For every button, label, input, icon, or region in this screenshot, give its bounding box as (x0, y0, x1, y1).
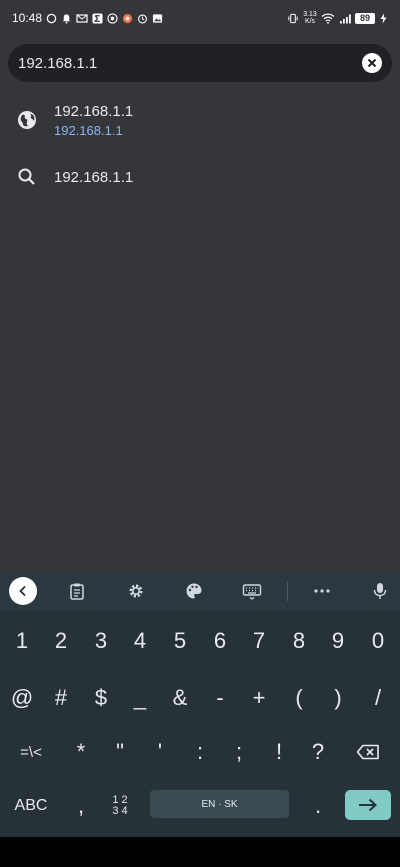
suggestion-url-text: 192.168.1.1 (54, 122, 123, 138)
keyboard: 1 2 3 4 5 6 7 8 9 0 @ # $ _ & - + ( ) / … (0, 571, 400, 837)
settings-button[interactable] (116, 571, 156, 611)
key-single-quote[interactable]: ' (140, 728, 180, 776)
key-asterisk[interactable]: * (61, 728, 101, 776)
more-symbols-key[interactable]: =\< (11, 728, 51, 776)
key-colon[interactable]: : (180, 728, 220, 776)
voice-input-button[interactable] (360, 571, 400, 611)
more-button[interactable] (302, 571, 342, 611)
wifi-icon (321, 13, 335, 24)
whatsapp-icon (46, 13, 57, 24)
key-6[interactable]: 6 (200, 617, 240, 665)
status-right: 3.13 K/s 89 (287, 11, 388, 25)
key-semicolon[interactable]: ; (219, 728, 259, 776)
microphone-icon (373, 583, 387, 599)
palette-icon (186, 583, 202, 599)
suggestion-search[interactable]: 192.168.1.1 (0, 162, 400, 192)
suggestion-url[interactable]: 192.168.1.1 192.168.1.1 (0, 100, 400, 140)
vibrate-icon (287, 13, 299, 24)
image-icon (152, 13, 163, 24)
symbol-row-2: =\< * " ' : ; ! ? (0, 728, 400, 776)
enter-key[interactable] (345, 790, 391, 820)
key-question[interactable]: ? (298, 728, 338, 776)
key-underscore[interactable]: _ (120, 674, 160, 722)
eighty-nine-badge-icon (107, 12, 118, 24)
sigma-app-icon (92, 12, 103, 24)
key-at[interactable]: @ (2, 674, 42, 722)
keyboard-toolbar (0, 571, 400, 611)
key-4[interactable]: 4 (120, 617, 160, 665)
alarm-icon (137, 13, 148, 24)
navigation-bar (0, 837, 400, 867)
outlook-icon (76, 13, 88, 24)
key-1[interactable]: 1 (2, 617, 42, 665)
key-plus[interactable]: + (239, 674, 279, 722)
clipboard-icon (70, 583, 84, 600)
status-time: 10:48 (12, 11, 43, 25)
battery-level: 89 (355, 12, 375, 24)
key-8[interactable]: 8 (279, 617, 319, 665)
keyboard-layout-button[interactable] (232, 571, 272, 611)
keyboard-icon (242, 584, 262, 600)
signal-icon (339, 13, 351, 24)
key-close-paren[interactable]: ) (318, 674, 358, 722)
url-input[interactable] (18, 54, 362, 72)
abc-key[interactable]: ABC (6, 782, 56, 830)
numpad-bottom: 3 4 (112, 805, 128, 817)
key-9[interactable]: 9 (318, 617, 358, 665)
network-speed: 3.13 K/s (303, 11, 317, 25)
key-2[interactable]: 2 (41, 617, 81, 665)
clipboard-button[interactable] (57, 571, 97, 611)
key-hash[interactable]: # (41, 674, 81, 722)
space-key[interactable]: EN · SK (150, 790, 289, 818)
key-ampersand[interactable]: & (160, 674, 200, 722)
gear-icon (129, 584, 143, 598)
symbol-row: @ # $ _ & - + ( ) / (0, 674, 400, 722)
key-slash[interactable]: / (358, 674, 398, 722)
key-double-quote[interactable]: " (100, 728, 140, 776)
globe-icon (18, 111, 36, 129)
back-icon (19, 585, 26, 597)
address-bar[interactable] (8, 44, 392, 82)
bell-icon (61, 13, 72, 24)
theme-button[interactable] (174, 571, 214, 611)
key-7[interactable]: 7 (239, 617, 279, 665)
key-minus[interactable]: - (200, 674, 240, 722)
key-5[interactable]: 5 (160, 617, 200, 665)
key-open-paren[interactable]: ( (279, 674, 319, 722)
key-3[interactable]: 3 (81, 617, 121, 665)
bottom-row: ABC , 1 2 3 4 EN · SK . (0, 782, 400, 830)
key-exclamation[interactable]: ! (259, 728, 299, 776)
charging-icon (379, 13, 388, 24)
more-icon (314, 589, 330, 593)
keyboard-back-button[interactable] (3, 571, 43, 611)
clear-button[interactable] (362, 53, 382, 73)
search-icon (18, 168, 35, 185)
key-dollar[interactable]: $ (81, 674, 121, 722)
key-period[interactable]: . (298, 782, 338, 830)
arrow-right-icon (359, 798, 377, 812)
key-0[interactable]: 0 (358, 617, 398, 665)
numpad-key[interactable]: 1 2 3 4 (100, 782, 140, 830)
suggestion-title: 192.168.1.1 (54, 102, 134, 120)
key-comma[interactable]: , (61, 782, 101, 830)
status-left: 10:48 (12, 11, 163, 25)
delete-key[interactable] (348, 728, 388, 776)
number-row: 1 2 3 4 5 6 7 8 9 0 (0, 617, 400, 665)
app-notification-icon (122, 13, 133, 24)
backspace-icon (356, 744, 379, 760)
toolbar-divider (287, 581, 288, 601)
suggestion-title: 192.168.1.1 (54, 168, 134, 186)
status-bar: 10:48 3.13 K/s 89 (0, 0, 400, 36)
close-icon (367, 58, 377, 68)
